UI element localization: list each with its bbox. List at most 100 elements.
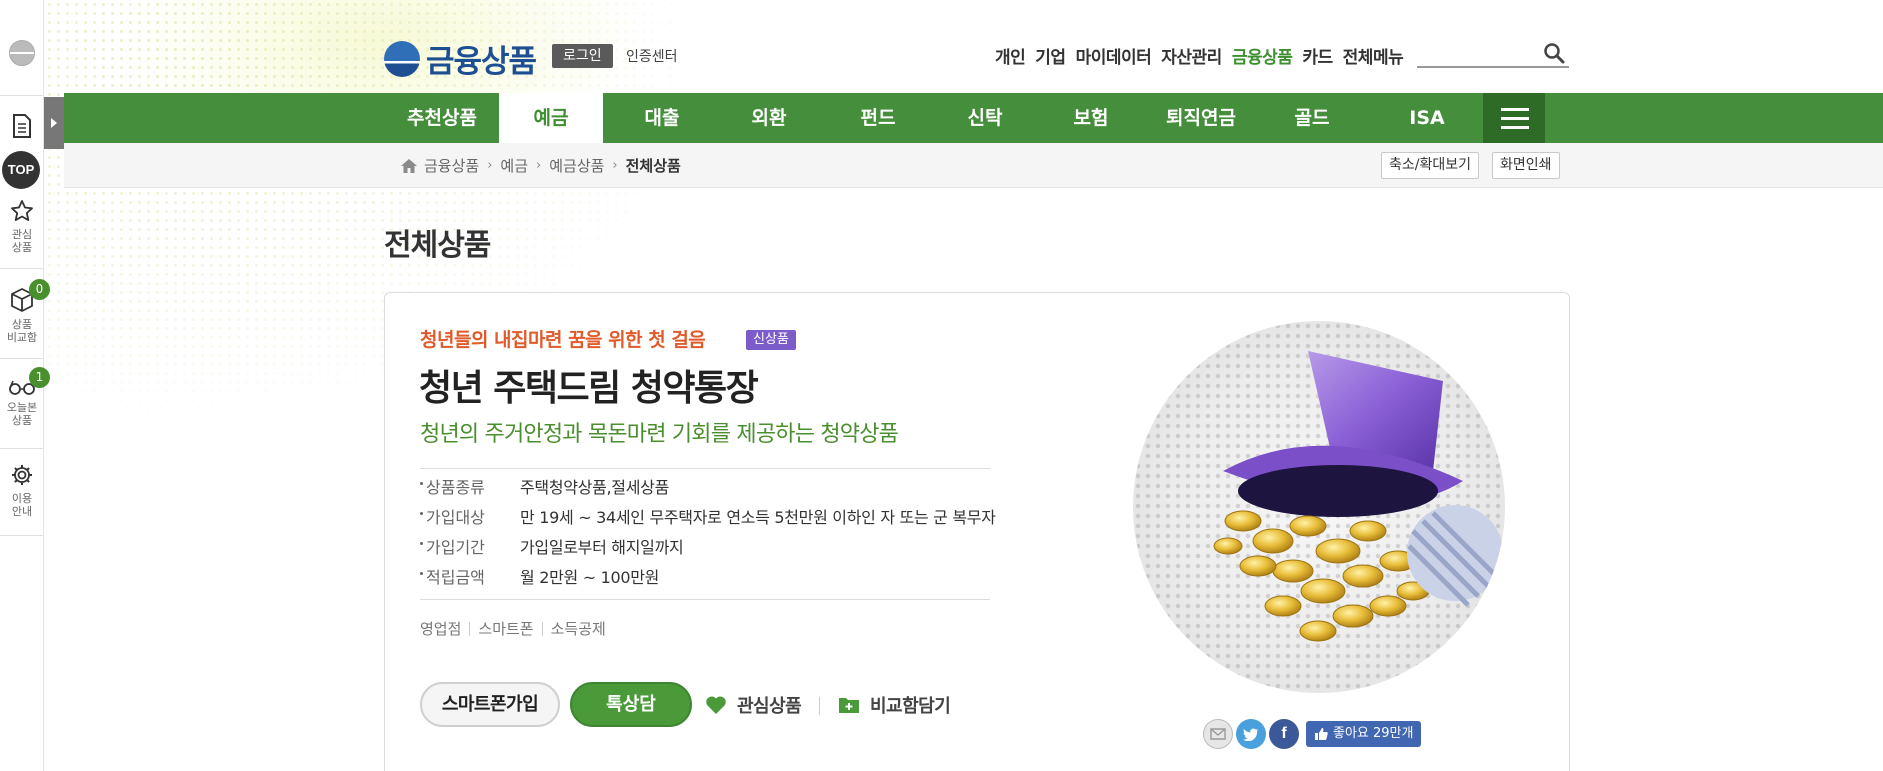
thumbs-up-icon bbox=[1315, 728, 1328, 740]
divider bbox=[0, 448, 44, 449]
folder-plus-icon bbox=[839, 698, 859, 713]
gnb-isa[interactable]: ISA bbox=[1376, 93, 1478, 143]
top-nav-products[interactable]: 금융상품 bbox=[1232, 43, 1293, 68]
product-card: 청년들의 내집마련 꿈을 위한 첫 걸음 신상품 청년 주택드림 청약통장 청년… bbox=[384, 292, 1570, 771]
site-logo[interactable]: 금융상품 bbox=[384, 36, 537, 81]
quick-menu-bar: TOP 관심 상품 상품 비교함 0 오늘본 상품 1 이용 안내 bbox=[0, 0, 50, 771]
recent-count-badge: 1 bbox=[29, 367, 50, 388]
spec-value: 가입일로부터 해지일까지 bbox=[520, 538, 684, 557]
gnb-fund[interactable]: 펀드 bbox=[827, 93, 929, 143]
share-bar: f 좋아요 29만개 bbox=[1203, 719, 1422, 749]
gear-icon bbox=[12, 465, 32, 485]
chat-consult-button[interactable]: 톡상담 bbox=[570, 682, 692, 727]
top-nav-asset[interactable]: 자산관리 bbox=[1161, 43, 1222, 68]
spec-key: 적립금액 bbox=[420, 564, 520, 588]
page-title: 전체상품 bbox=[384, 228, 491, 263]
favorite-button[interactable]: 관심상품 bbox=[705, 692, 802, 718]
logo-text: 금융상품 bbox=[426, 44, 537, 80]
spec-key: 가입기간 bbox=[420, 534, 520, 558]
search-box bbox=[1417, 36, 1569, 68]
quickbar-toggle-handle[interactable] bbox=[44, 97, 64, 149]
facebook-share-icon[interactable]: f bbox=[1269, 719, 1299, 749]
quickbar-guide[interactable]: 이용 안내 bbox=[0, 463, 44, 518]
like-count: 좋아요 29만개 bbox=[1333, 726, 1414, 741]
document-icon[interactable] bbox=[0, 113, 44, 139]
heart-icon bbox=[706, 696, 726, 714]
top-nav-business[interactable]: 기업 bbox=[1035, 43, 1066, 68]
product-description: 청년의 주거안정과 목돈마련 기회를 제공하는 청약상품 bbox=[420, 422, 899, 447]
gnb-loan[interactable]: 대출 bbox=[611, 93, 713, 143]
facebook-like-button[interactable]: 좋아요 29만개 bbox=[1306, 721, 1422, 747]
cert-center-link[interactable]: 인증센터 bbox=[626, 46, 678, 66]
compare-label: 비교함담기 bbox=[870, 696, 951, 717]
gnb-insurance[interactable]: 보험 bbox=[1040, 93, 1142, 143]
channel-tag: 스마트폰 bbox=[478, 620, 534, 638]
divider bbox=[0, 95, 44, 96]
product-image bbox=[1133, 321, 1505, 693]
gnb-trust[interactable]: 신탁 bbox=[934, 93, 1036, 143]
product-name[interactable]: 청년 주택드림 청약통장 bbox=[419, 359, 759, 411]
email-share-icon[interactable] bbox=[1203, 719, 1233, 749]
gnb-deposit[interactable]: 예금 bbox=[499, 93, 603, 143]
home-icon[interactable] bbox=[400, 158, 418, 174]
breadcrumb-item[interactable]: 금융상품 bbox=[424, 155, 479, 176]
twitter-share-icon[interactable] bbox=[1236, 719, 1266, 749]
print-button[interactable]: 화면인쇄 bbox=[1492, 152, 1560, 179]
divider bbox=[0, 535, 44, 536]
spec-key: 가입대상 bbox=[420, 504, 520, 528]
spec-value: 만 19세 ~ 34세인 무주택자로 연소득 5천만원 이하인 자 또는 군 복… bbox=[520, 508, 996, 527]
gnb-pension[interactable]: 퇴직연금 bbox=[1146, 93, 1256, 143]
zoom-button[interactable]: 축소/확대보기 bbox=[1381, 152, 1479, 179]
divider bbox=[420, 599, 990, 600]
breadcrumb-item[interactable]: 예금상품 bbox=[549, 155, 604, 176]
top-nav-personal[interactable]: 개인 bbox=[995, 43, 1026, 68]
quickbar-label: 상품 비교함 bbox=[6, 318, 38, 344]
top-nav: 개인 기업 마이데이터 자산관리 금융상품 카드 전체메뉴 bbox=[995, 43, 1404, 68]
channel-tags: 영업점 스마트폰 소득공제 bbox=[420, 618, 606, 639]
spec-value: 월 2만원 ~ 100만원 bbox=[520, 568, 660, 587]
spec-key: 상품종류 bbox=[420, 474, 520, 498]
divider bbox=[420, 468, 990, 469]
product-eyebrow: 청년들의 내집마련 꿈을 위한 첫 걸음 bbox=[420, 329, 706, 351]
gnb-gold[interactable]: 골드 bbox=[1261, 93, 1363, 143]
compare-count-badge: 0 bbox=[29, 279, 50, 300]
new-product-badge: 신상품 bbox=[746, 330, 796, 350]
quickbar-label: 오늘본 상품 bbox=[6, 401, 38, 427]
hamburger-icon[interactable] bbox=[1483, 93, 1545, 143]
login-button[interactable]: 로그인 bbox=[552, 44, 613, 68]
divider bbox=[0, 358, 44, 359]
favorite-label: 관심상품 bbox=[737, 696, 802, 717]
chevron-right-icon: › bbox=[612, 158, 618, 173]
breadcrumb-current: 전체상품 bbox=[625, 157, 681, 175]
quickbar-favorites[interactable]: 관심 상품 bbox=[0, 199, 44, 254]
spec-row: 상품종류 주택청약상품,절세상품 bbox=[420, 471, 1020, 501]
spec-value: 주택청약상품,절세상품 bbox=[520, 478, 669, 497]
spec-row: 적립금액 월 2만원 ~ 100만원 bbox=[420, 561, 1020, 591]
star-icon bbox=[11, 200, 33, 221]
top-nav-all-menu[interactable]: 전체메뉴 bbox=[1343, 43, 1404, 68]
gnb-forex[interactable]: 외환 bbox=[718, 93, 820, 143]
quickbar-logo-icon bbox=[9, 40, 35, 66]
top-nav-card[interactable]: 카드 bbox=[1302, 43, 1333, 68]
quickbar-label: 관심 상품 bbox=[11, 228, 33, 254]
site-header: 금융상품 로그인 인증센터 개인 기업 마이데이터 자산관리 금융상품 카드 전… bbox=[0, 0, 1883, 93]
channel-tag: 소득공제 bbox=[550, 620, 606, 638]
chevron-right-icon: › bbox=[536, 158, 542, 173]
gnb-recommended[interactable]: 추천상품 bbox=[391, 93, 493, 143]
divider bbox=[0, 268, 44, 269]
scroll-top-button[interactable]: TOP bbox=[2, 151, 40, 189]
compare-button[interactable]: 비교함담기 bbox=[838, 692, 951, 718]
breadcrumb-item[interactable]: 예금 bbox=[500, 155, 528, 176]
product-specs: 상품종류 주택청약상품,절세상품 가입대상 만 19세 ~ 34세인 무주택자로… bbox=[420, 471, 1020, 591]
smartphone-join-button[interactable]: 스마트폰가입 bbox=[420, 682, 560, 727]
search-icon[interactable] bbox=[1543, 42, 1565, 64]
logo-icon bbox=[384, 40, 420, 77]
spec-row: 가입기간 가입일로부터 해지일까지 bbox=[420, 531, 1020, 561]
search-input[interactable] bbox=[1417, 36, 1537, 66]
breadcrumb-bar: 금융상품 › 예금 › 예금상품 › 전체상품 축소/확대보기 화면인쇄 bbox=[64, 143, 1883, 188]
main-nav: 추천상품 예금 대출 외환 펀드 신탁 보험 퇴직연금 골드 ISA bbox=[64, 93, 1883, 143]
chevron-right-icon: › bbox=[487, 158, 493, 173]
top-nav-mydata[interactable]: 마이데이터 bbox=[1076, 43, 1152, 68]
channel-tag: 영업점 bbox=[420, 620, 462, 638]
spec-row: 가입대상 만 19세 ~ 34세인 무주택자로 연소득 5천만원 이하인 자 또… bbox=[420, 501, 1020, 531]
